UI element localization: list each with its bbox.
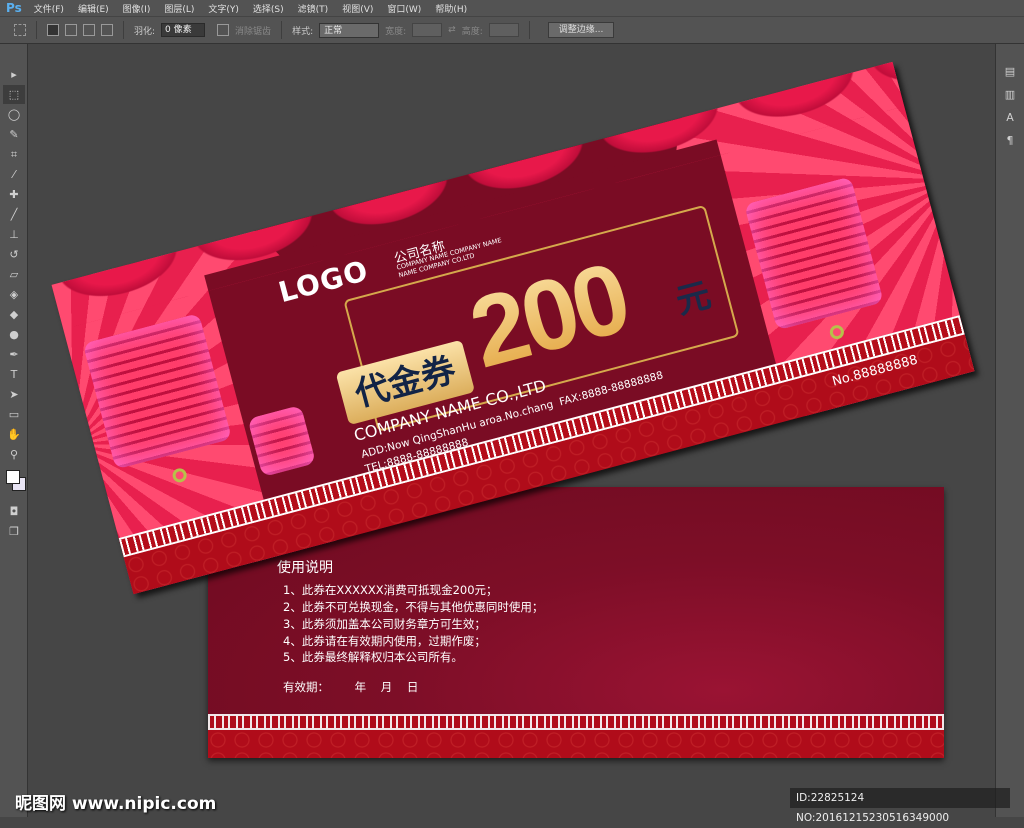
eyedropper-icon[interactable]: ⁄ — [3, 165, 25, 184]
menu-window[interactable]: 窗口(W) — [387, 2, 421, 15]
pen-icon[interactable]: ✒ — [3, 345, 25, 364]
brush-icon[interactable]: ╱ — [3, 205, 25, 224]
stamp-icon[interactable]: ⊥ — [3, 225, 25, 244]
marquee-icon[interactable]: ⬚ — [3, 85, 25, 104]
divider — [36, 21, 37, 39]
divider — [123, 21, 124, 39]
move-icon[interactable]: ▸ — [3, 65, 25, 84]
paragraph-panel-icon[interactable]: ¶ — [999, 131, 1021, 150]
blur-icon[interactable]: ◆ — [3, 305, 25, 324]
eraser-icon[interactable]: ▱ — [3, 265, 25, 284]
menu-layer[interactable]: 图层(L) — [164, 2, 194, 15]
history-panel-icon[interactable]: ▤ — [999, 62, 1021, 81]
usage-title: 使用说明 — [277, 560, 333, 576]
height-label: 高度: — [461, 26, 483, 37]
menu-view[interactable]: 视图(V) — [342, 2, 373, 15]
feather-input[interactable]: 0 像素 — [161, 23, 206, 37]
new-selection-icon[interactable] — [47, 24, 59, 36]
swap-icon[interactable]: ⇄ — [448, 25, 456, 35]
menu-bar: Ps 文件(F) 编辑(E) 图像(I) 图层(L) 文字(Y) 选择(S) 滤… — [0, 0, 1024, 16]
photoshop-logo: Ps — [6, 1, 22, 15]
cloud-pattern-band — [208, 730, 944, 758]
menu-select[interactable]: 选择(S) — [253, 2, 284, 15]
watermark-id: ID:22825124 NO:20161215230516349000 — [790, 788, 1010, 824]
subtract-selection-icon[interactable] — [83, 24, 95, 36]
quick-select-icon[interactable]: ✎ — [3, 125, 25, 144]
divider — [281, 21, 283, 39]
antialias-checkbox[interactable] — [217, 24, 230, 36]
quick-mask-icon[interactable]: ◘ — [3, 502, 25, 521]
intersect-selection-icon[interactable] — [101, 24, 113, 36]
screen-mode-icon[interactable]: ❐ — [3, 522, 25, 541]
healing-icon[interactable]: ✚ — [3, 185, 25, 204]
history-brush-icon[interactable]: ↺ — [3, 245, 25, 264]
lasso-icon[interactable]: ◯ — [3, 105, 25, 124]
right-panel-dock: ▤ ▥ A ¶ — [995, 44, 1024, 817]
hand-icon[interactable]: ✋ — [3, 425, 25, 444]
color-swatches[interactable] — [4, 468, 26, 498]
menu-file[interactable]: 文件(F) — [34, 2, 64, 15]
fret-border — [208, 714, 944, 730]
character-panel-icon[interactable]: A — [999, 108, 1021, 127]
type-icon[interactable]: T — [3, 365, 25, 384]
path-select-icon[interactable]: ➤ — [3, 385, 25, 404]
validity-date: 有效期： 年 月 日 — [283, 680, 419, 694]
rule-item: 5、此券最终解释权归本公司所有。 — [283, 650, 463, 664]
menu-filter[interactable]: 滤镜(T) — [298, 2, 329, 15]
watermark-site: 昵图网 www.nipic.com — [15, 794, 217, 814]
options-bar: 羽化: 0 像素 消除锯齿 样式: 正常 宽度: ⇄ 高度: 调整边缘... — [0, 16, 1024, 44]
crop-icon[interactable]: ⌗ — [3, 145, 25, 164]
add-selection-icon[interactable] — [65, 24, 77, 36]
feather-label: 羽化: — [134, 26, 156, 37]
shape-icon[interactable]: ▭ — [3, 405, 25, 424]
tools-panel: ▸ ⬚ ◯ ✎ ⌗ ⁄ ✚ ╱ ⊥ ↺ ▱ ◈ ◆ ● ✒ T ➤ ▭ ✋ ⚲ … — [0, 44, 28, 817]
refine-edge-button[interactable]: 调整边缘... — [547, 22, 615, 38]
menu-edit[interactable]: 编辑(E) — [78, 2, 109, 15]
divider — [528, 21, 530, 39]
marquee-preset-icon[interactable] — [14, 24, 26, 36]
paint-bucket-icon[interactable]: ◈ — [3, 285, 25, 304]
rule-item: 3、此券须加盖本公司财务章方可生效； — [283, 617, 486, 631]
dodge-icon[interactable]: ● — [3, 325, 25, 344]
rule-item: 2、此券不可兑换现金，不得与其他优惠同时使用； — [283, 600, 544, 614]
width-input[interactable] — [412, 23, 443, 37]
properties-panel-icon[interactable]: ▥ — [999, 85, 1021, 104]
rule-item: 1、此券在XXXXXX消费可抵现金200元； — [283, 583, 498, 597]
menu-image[interactable]: 图像(I) — [123, 2, 151, 15]
rule-item: 4、此券请在有效期内使用，过期作废； — [283, 634, 486, 648]
menu-help[interactable]: 帮助(H) — [435, 2, 467, 15]
style-select[interactable]: 正常 — [319, 22, 380, 38]
style-label: 样式: — [292, 26, 314, 37]
width-label: 宽度: — [385, 26, 407, 37]
zoom-icon[interactable]: ⚲ — [3, 445, 25, 464]
menu-type[interactable]: 文字(Y) — [208, 2, 239, 15]
height-input[interactable] — [488, 23, 519, 37]
antialias-label: 消除锯齿 — [235, 26, 272, 37]
foreground-color-swatch[interactable] — [6, 470, 20, 484]
